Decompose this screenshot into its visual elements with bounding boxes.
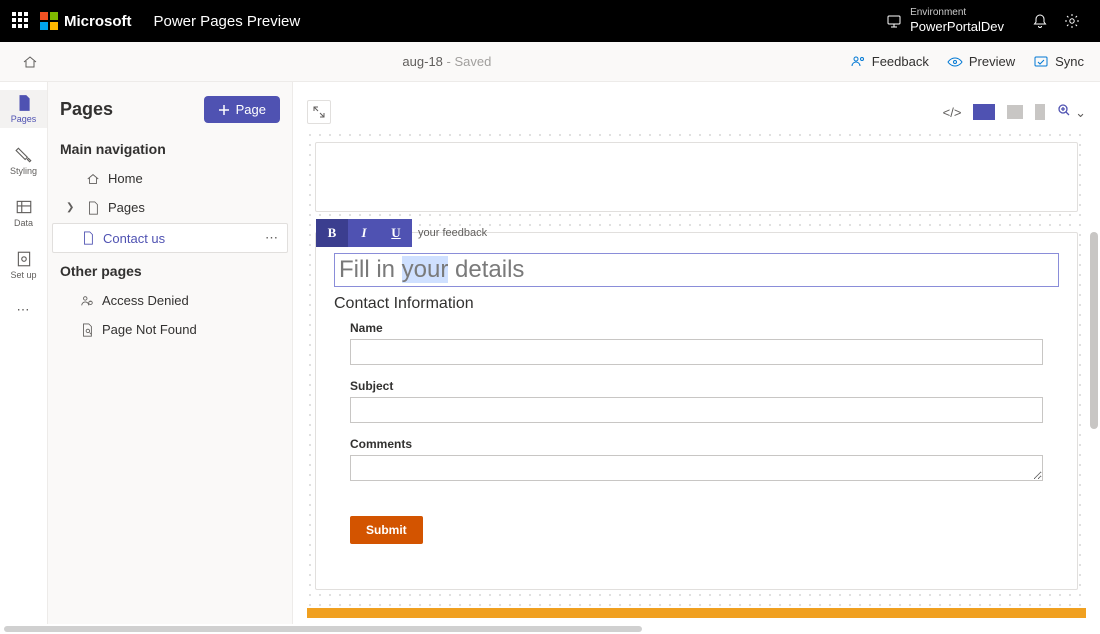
main-content: Pages Styling Data Set up ⋯ Pages Page M… xyxy=(0,82,1100,624)
product-name: Power Pages Preview xyxy=(154,13,301,30)
underline-button[interactable]: U xyxy=(380,219,412,247)
more-options-icon[interactable]: ⋯ xyxy=(265,230,279,246)
main-nav-tree: Home ❯ Pages Contact us ⋯ xyxy=(58,165,282,253)
environment-name: PowerPortalDev xyxy=(910,19,1004,35)
styling-icon xyxy=(15,146,33,164)
microsoft-logo: Microsoft xyxy=(40,12,132,30)
home-button[interactable] xyxy=(16,54,44,70)
tree-item-not-found[interactable]: Page Not Found xyxy=(58,316,282,343)
viewport-phone[interactable] xyxy=(1035,104,1045,120)
horizontal-scrollbar[interactable] xyxy=(0,624,1100,634)
italic-button[interactable]: I xyxy=(348,219,380,247)
pages-panel: Pages Page Main navigation Home ❯ Pages … xyxy=(48,82,293,624)
panel-title: Pages xyxy=(60,99,113,120)
environment-label: Environment xyxy=(910,7,1004,19)
notifications-button[interactable] xyxy=(1024,5,1056,37)
eye-icon xyxy=(947,54,963,70)
fullscreen-toggle[interactable] xyxy=(307,100,331,124)
app-topbar: Microsoft Power Pages Preview Environmen… xyxy=(0,0,1100,42)
text-format-toolbar: B I U your feedback xyxy=(316,219,487,247)
sync-button[interactable]: Sync xyxy=(1033,54,1084,70)
heading-editor[interactable]: Fill in your details xyxy=(334,253,1059,287)
data-icon xyxy=(15,198,33,216)
feedback-icon xyxy=(850,54,866,70)
field-name: Name xyxy=(350,321,1043,365)
environment-picker[interactable]: Environment PowerPortalDev xyxy=(886,7,1004,35)
label-name: Name xyxy=(350,321,1043,335)
canvas-section-form[interactable]: B I U your feedback Fill in your details… xyxy=(315,232,1078,590)
other-pages-heading: Other pages xyxy=(60,263,282,279)
zoom-button[interactable]: ⌄ xyxy=(1057,103,1086,121)
document-status: aug-18 - Saved xyxy=(44,54,850,69)
field-comments: Comments xyxy=(350,437,1043,484)
chevron-down-icon: ⌄ xyxy=(1075,105,1086,120)
rail-data[interactable]: Data xyxy=(0,194,47,232)
label-subject: Subject xyxy=(350,379,1043,393)
viewport-tablet[interactable] xyxy=(1007,105,1023,119)
input-name[interactable] xyxy=(350,339,1043,365)
rail-styling[interactable]: Styling xyxy=(0,142,47,180)
gear-icon xyxy=(1064,13,1080,29)
rail-more[interactable]: ⋯ xyxy=(17,302,31,318)
setup-icon xyxy=(15,250,33,268)
canvas-section-top[interactable] xyxy=(315,142,1078,212)
label-comments: Comments xyxy=(350,437,1043,451)
microsoft-brand-text: Microsoft xyxy=(64,13,132,30)
microsoft-logo-icon xyxy=(40,12,58,30)
submit-button[interactable]: Submit xyxy=(350,516,423,544)
tree-item-home[interactable]: Home xyxy=(58,165,282,192)
code-view-button[interactable]: </> xyxy=(943,105,962,120)
design-canvas: </> ⌄ B I U your feedback Fill in your d… xyxy=(293,82,1100,624)
tree-item-contact-us[interactable]: Contact us ⋯ xyxy=(52,223,288,253)
page-icon xyxy=(81,231,95,245)
expand-icon xyxy=(312,105,326,119)
home-icon xyxy=(22,54,38,70)
add-page-button[interactable]: Page xyxy=(204,96,280,123)
chevron-right-icon[interactable]: ❯ xyxy=(66,202,76,213)
page-icon xyxy=(15,94,33,112)
vertical-scrollbar[interactable] xyxy=(1090,232,1098,584)
saved-indicator: - Saved xyxy=(443,54,491,69)
app-launcher-icon[interactable] xyxy=(12,12,30,30)
command-bar: aug-18 - Saved Feedback Preview Sync xyxy=(0,42,1100,82)
bold-button[interactable]: B xyxy=(316,219,348,247)
format-hint: your feedback xyxy=(418,227,487,239)
form-section-title: Contact Information xyxy=(334,295,1059,313)
plus-icon xyxy=(218,104,230,116)
page-search-icon xyxy=(80,323,94,337)
rail-setup[interactable]: Set up xyxy=(0,246,47,284)
environment-icon xyxy=(886,13,902,29)
zoom-icon xyxy=(1057,103,1071,117)
main-nav-heading: Main navigation xyxy=(60,141,282,157)
heading-text[interactable]: Fill in your details xyxy=(339,256,524,283)
canvas-toolbar: </> ⌄ xyxy=(307,100,1086,124)
lock-person-icon xyxy=(80,294,94,308)
sync-icon xyxy=(1033,54,1049,70)
rail-pages[interactable]: Pages xyxy=(0,90,47,128)
viewport-desktop[interactable] xyxy=(973,104,995,120)
preview-button[interactable]: Preview xyxy=(947,54,1015,70)
footer-strip xyxy=(307,608,1086,618)
tree-item-access-denied[interactable]: Access Denied xyxy=(58,287,282,314)
other-pages-tree: Access Denied Page Not Found xyxy=(58,287,282,343)
input-comments[interactable] xyxy=(350,455,1043,481)
field-subject: Subject xyxy=(350,379,1043,423)
bell-icon xyxy=(1032,13,1048,29)
tree-item-pages[interactable]: ❯ Pages xyxy=(58,194,282,221)
left-rail: Pages Styling Data Set up ⋯ xyxy=(0,82,48,624)
document-name: aug-18 xyxy=(402,54,442,69)
home-icon xyxy=(86,172,100,186)
input-subject[interactable] xyxy=(350,397,1043,423)
feedback-button[interactable]: Feedback xyxy=(850,54,929,70)
page-icon xyxy=(86,201,100,215)
settings-button[interactable] xyxy=(1056,5,1088,37)
